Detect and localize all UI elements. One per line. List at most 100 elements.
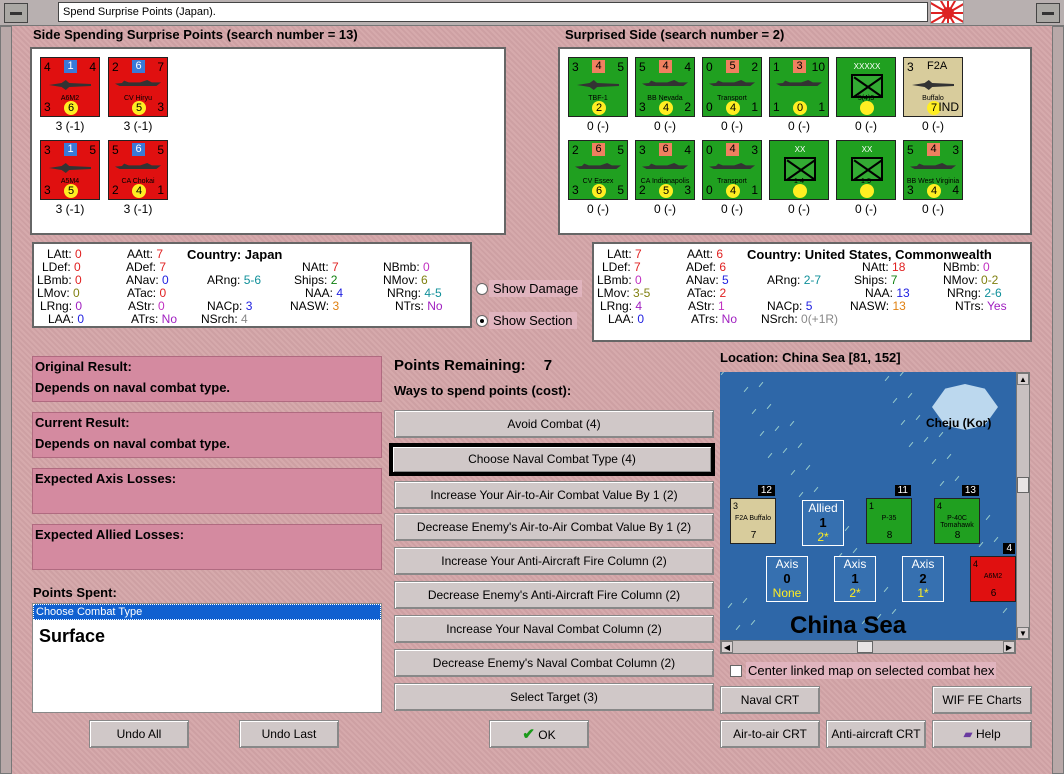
unit-counter[interactable]: 0 4 3 Transport 0 4 1: [702, 140, 762, 200]
counter-top-left: 5: [639, 60, 646, 74]
scroll-left-arrow[interactable]: ◀: [721, 641, 733, 653]
ship-silhouette-icon: [642, 80, 688, 86]
undo-last-button[interactable]: Undo Last: [239, 720, 339, 748]
counter-circle-value: [860, 101, 874, 115]
counter-top-left: 0: [706, 143, 713, 157]
unit-counter[interactable]: 2 6 7 CV Hiryu 5 3: [108, 57, 168, 117]
axis-summary-v1: 0: [783, 571, 791, 586]
allied-aatt: 6: [716, 247, 724, 261]
counter-top-right: 5: [617, 60, 624, 74]
wave-mark: [774, 425, 780, 432]
axis-adef: 7: [159, 260, 167, 274]
counter-top-left: 0: [706, 60, 713, 74]
unit-counter[interactable]: 5 4 3 BB West Virginia 3 4 4: [903, 140, 963, 200]
counter-surprise-label: 3 (-1): [55, 119, 85, 133]
map-unit-stack[interactable]: 11 1 P-35 8: [866, 485, 912, 544]
axis-summary-box[interactable]: Axis 0 None: [766, 556, 808, 602]
map-unit-stack[interactable]: 12 3 F2A Buffalo 7: [730, 485, 776, 544]
avoid-combat-button[interactable]: Avoid Combat (4): [394, 410, 714, 438]
axis-summary-box[interactable]: Axis 1 2*: [834, 556, 876, 602]
counter-bottom-left: 3: [572, 183, 579, 197]
title-bar: Spend Surprise Points (Japan).: [0, 0, 1064, 26]
unit-counter[interactable]: 5 6 5 CA Chokai 2 4 1: [108, 140, 168, 200]
window-menu-button[interactable]: [4, 3, 28, 23]
allied-arng: 2-7: [803, 273, 822, 287]
linked-map[interactable]: 12 3 F2A Buffalo 7 11 1 P-35 8 13 4 P-40…: [720, 372, 1016, 640]
counter-bottom-right: IND: [938, 100, 959, 114]
center-map-checkbox[interactable]: [730, 665, 742, 677]
axis-nasw: 3: [332, 299, 340, 313]
stack-top-left: 1: [869, 501, 875, 511]
choose-naval-combat-type-button[interactable]: Choose Naval Combat Type (4): [389, 443, 715, 476]
unit-counter[interactable]: 3 1 5 A5M4 3 5: [40, 140, 100, 200]
points-spent-item[interactable]: Choose Combat Type: [33, 604, 381, 620]
unit-counter[interactable]: 0 5 2 Transport 0 4 1: [702, 57, 762, 117]
allied-summary-v1: 1: [819, 515, 827, 530]
counter-surprise-label: 0 (-): [855, 202, 877, 216]
increase-air-to-air-button[interactable]: Increase Your Air-to-Air Combat Value By…: [394, 481, 714, 509]
air-to-air-crt-button[interactable]: Air-to-air CRT: [720, 720, 820, 748]
counter-circle-value: 4: [132, 184, 146, 198]
show-section-label[interactable]: Show Section: [489, 312, 577, 329]
counter-bottom-right: 3: [157, 100, 164, 114]
unit-counter[interactable]: 2 6 5 CV Essex 3 6 5: [568, 140, 628, 200]
allied-lmov: 3-5: [633, 286, 651, 300]
axis-nbmb: 0: [423, 260, 430, 274]
map-unit-stack[interactable]: 13 4 P-40C Tomahawk 8: [934, 485, 980, 544]
center-map-label[interactable]: Center linked map on selected combat hex: [746, 662, 997, 679]
wave-mark: [993, 536, 999, 543]
allied-summary-box[interactable]: Allied 1 2*: [802, 500, 844, 546]
axis-summary-box[interactable]: Axis 2 1*: [902, 556, 944, 602]
scroll-thumb-h[interactable]: [857, 641, 873, 653]
axis-laa: 0: [77, 312, 85, 326]
ship-silhouette-icon: [575, 163, 621, 169]
unit-counter[interactable]: XX 1-5: [836, 140, 896, 200]
scroll-thumb-v[interactable]: [1017, 477, 1029, 493]
show-damage-label[interactable]: Show Damage: [489, 280, 583, 297]
axis-nmov: 6: [421, 273, 428, 287]
unit-counter[interactable]: 3 4 5 TBF-1 2: [568, 57, 628, 117]
scroll-up-arrow[interactable]: ▲: [1017, 373, 1029, 385]
map-horizontal-scrollbar[interactable]: ◀ ▶: [720, 640, 1016, 654]
axis-ntrs: No: [427, 299, 443, 313]
close-button[interactable]: [1036, 3, 1060, 23]
axis-summary-v2: 1*: [917, 586, 929, 600]
select-target-button[interactable]: Select Target (3): [394, 683, 714, 711]
stack-count: 11: [894, 485, 911, 496]
decrease-enemy-anti-aircraft-button[interactable]: Decrease Enemy's Anti-Aircraft Fire Colu…: [394, 581, 714, 609]
anti-aircraft-crt-button[interactable]: Anti-aircraft CRT: [826, 720, 926, 748]
axis-lbmb: 0: [75, 273, 82, 287]
stack-count: 13: [961, 485, 979, 496]
current-result-box: Current Result: Depends on naval combat …: [32, 412, 382, 458]
counter-circle-value: 4: [726, 101, 740, 115]
scroll-right-arrow[interactable]: ▶: [1003, 641, 1015, 653]
ship-silhouette-icon: [642, 163, 688, 169]
map-vertical-scrollbar[interactable]: ▲ ▼: [1016, 372, 1030, 640]
unit-counter[interactable]: XX 1-4: [769, 140, 829, 200]
increase-anti-aircraft-button[interactable]: Increase Your Anti-Aircraft Fire Column …: [394, 547, 714, 575]
axis-lmov: 0: [73, 286, 80, 300]
show-section-radio[interactable]: [476, 315, 488, 327]
unit-counter[interactable]: 5 4 4 BB Nevada 3 4 2: [635, 57, 695, 117]
unit-counter[interactable]: 1 3 10 1 0 1: [769, 57, 829, 117]
help-button[interactable]: ▰ Help: [932, 720, 1032, 748]
wave-mark: [759, 430, 765, 437]
unit-counter[interactable]: 3 6 4 CA Indianapolis 2 5 3: [635, 140, 695, 200]
increase-naval-combat-button[interactable]: Increase Your Naval Combat Column (2): [394, 615, 714, 643]
counter-circle-value: 6: [64, 101, 78, 115]
points-spent-list[interactable]: Choose Combat Type Surface: [32, 603, 382, 713]
decrease-enemy-air-to-air-button[interactable]: Decrease Enemy's Air-to-Air Combat Value…: [394, 513, 714, 541]
unit-counter[interactable]: 3 F2A Buffalo 7 IND: [903, 57, 963, 117]
scroll-down-arrow[interactable]: ▼: [1017, 627, 1029, 639]
allied-adef: 6: [719, 260, 727, 274]
decrease-enemy-naval-combat-button[interactable]: Decrease Enemy's Naval Combat Column (2): [394, 649, 714, 677]
undo-all-button[interactable]: Undo All: [89, 720, 189, 748]
wif-fe-charts-button[interactable]: WIF FE Charts: [932, 686, 1032, 714]
unit-counter[interactable]: XXXXX 5(4)3: [836, 57, 896, 117]
ok-button[interactable]: ✔ OK: [489, 720, 589, 748]
show-damage-radio[interactable]: [476, 283, 488, 295]
naval-crt-button[interactable]: Naval CRT: [720, 686, 820, 714]
map-unit-stack[interactable]: 4 4 A6M2 6: [970, 543, 1016, 602]
wave-mark: [939, 480, 945, 487]
unit-counter[interactable]: 4 1 4 A6M2 3 6: [40, 57, 100, 117]
